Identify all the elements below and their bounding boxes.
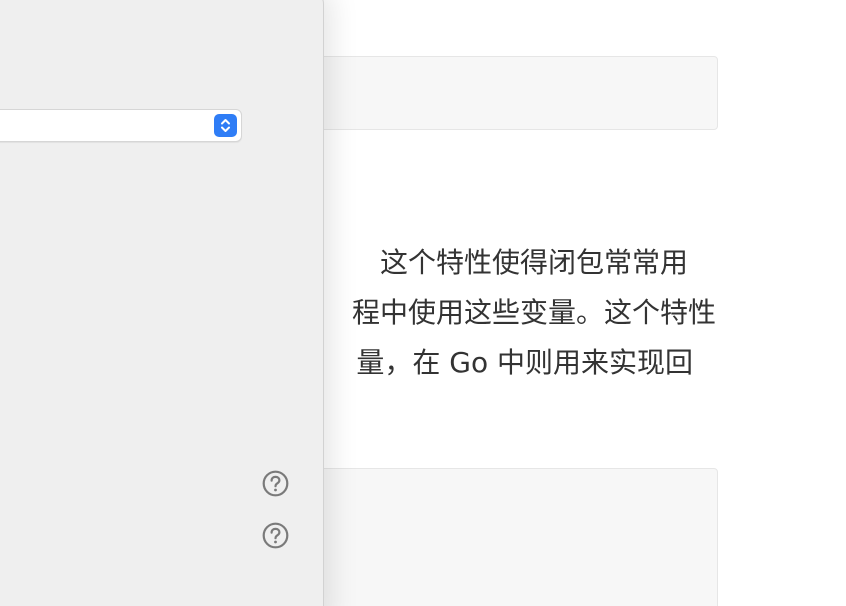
help-icon[interactable] — [262, 522, 289, 549]
settings-panel — [0, 0, 324, 606]
up-down-chevron-icon[interactable] — [214, 114, 237, 137]
code-block-bottom — [300, 468, 718, 606]
code-block-top — [300, 56, 718, 130]
question-mark-circle-icon — [262, 522, 289, 549]
popup-select[interactable] — [0, 109, 242, 142]
question-mark-circle-icon — [262, 470, 289, 497]
help-icon[interactable] — [262, 470, 289, 497]
stepper-arrows — [221, 119, 230, 132]
screen: 这个特性使得闭包常常用 程中使用这些变量。这个特性 量，在 Go 中则用来实现回 — [0, 0, 846, 606]
